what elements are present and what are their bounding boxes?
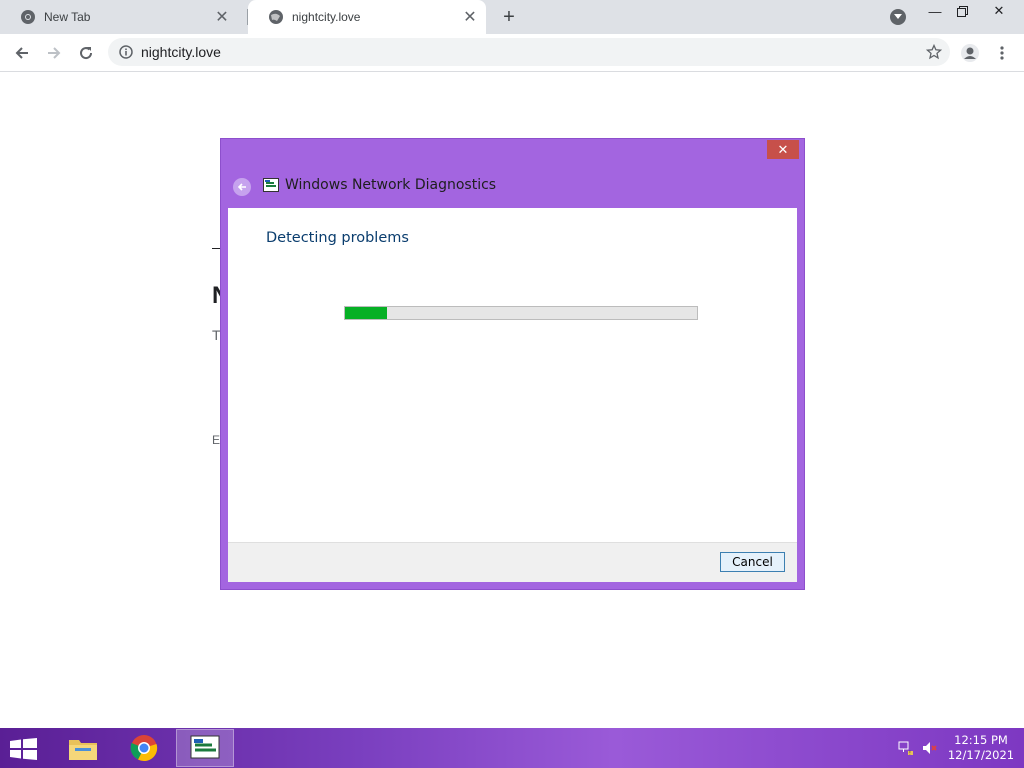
restore-button[interactable] xyxy=(945,0,979,22)
tab-nightcity[interactable]: nightcity.love ✕ xyxy=(248,0,486,34)
file-explorer-icon[interactable] xyxy=(54,729,112,767)
cancel-button[interactable]: Cancel xyxy=(720,552,785,572)
taskbar-clock[interactable]: 12:15 PM 12/17/2021 xyxy=(944,733,1018,763)
forward-icon[interactable] xyxy=(40,39,68,67)
close-tab-icon[interactable]: ✕ xyxy=(212,7,232,27)
dialog-title: Windows Network Diagnostics xyxy=(285,177,497,193)
close-icon[interactable]: ✕ xyxy=(767,140,799,159)
network-diagnostics-dialog: ✕ Windows Network Diagnostics Detecting … xyxy=(220,138,805,590)
close-tab-icon[interactable]: ✕ xyxy=(460,7,480,27)
clock-date: 12/17/2021 xyxy=(947,748,1015,762)
tab-title: New Tab xyxy=(44,10,91,24)
tab-new-tab[interactable]: New Tab ✕ xyxy=(0,0,238,34)
page-footer-fragment: E xyxy=(212,433,221,447)
chrome-icon[interactable] xyxy=(115,729,173,767)
address-text: nightcity.love xyxy=(141,44,221,60)
tab-strip: New Tab ✕ nightcity.love ✕ + — ✕ xyxy=(0,0,1024,34)
browser-toolbar: nightcity.love xyxy=(0,34,1024,72)
speaker-muted-icon[interactable] xyxy=(922,740,938,756)
info-icon[interactable] xyxy=(119,45,133,59)
bookmark-star-icon[interactable] xyxy=(926,44,942,60)
profile-avatar-icon[interactable] xyxy=(956,39,984,67)
dialog-footer: Cancel xyxy=(228,542,797,582)
window-close-button[interactable]: ✕ xyxy=(982,0,1016,22)
address-bar[interactable]: nightcity.love xyxy=(108,38,950,66)
status-heading: Detecting problems xyxy=(266,230,409,246)
progress-bar xyxy=(344,306,698,320)
tab-title: nightcity.love xyxy=(292,10,361,24)
back-arrow-icon[interactable] xyxy=(233,178,251,196)
network-icon[interactable]: ! xyxy=(898,740,914,757)
globe-icon xyxy=(268,9,284,25)
svg-text:!: ! xyxy=(909,751,910,757)
menu-kebab-icon[interactable] xyxy=(988,39,1016,67)
tab-search-icon[interactable] xyxy=(890,9,906,25)
windows-start-icon[interactable] xyxy=(10,738,38,760)
network-diagnostics-icon xyxy=(263,178,279,192)
dialog-body: Detecting problems xyxy=(228,208,797,542)
chrome-icon xyxy=(20,9,36,25)
clock-time: 12:15 PM xyxy=(954,733,1008,747)
new-tab-button[interactable]: + xyxy=(497,5,521,29)
progress-fill xyxy=(345,307,388,319)
taskbar: ! 12:15 PM 12/17/2021 xyxy=(0,728,1024,768)
network-diagnostics-taskbar-button[interactable] xyxy=(176,729,234,767)
back-icon[interactable] xyxy=(8,39,36,67)
reload-icon[interactable] xyxy=(72,39,100,67)
